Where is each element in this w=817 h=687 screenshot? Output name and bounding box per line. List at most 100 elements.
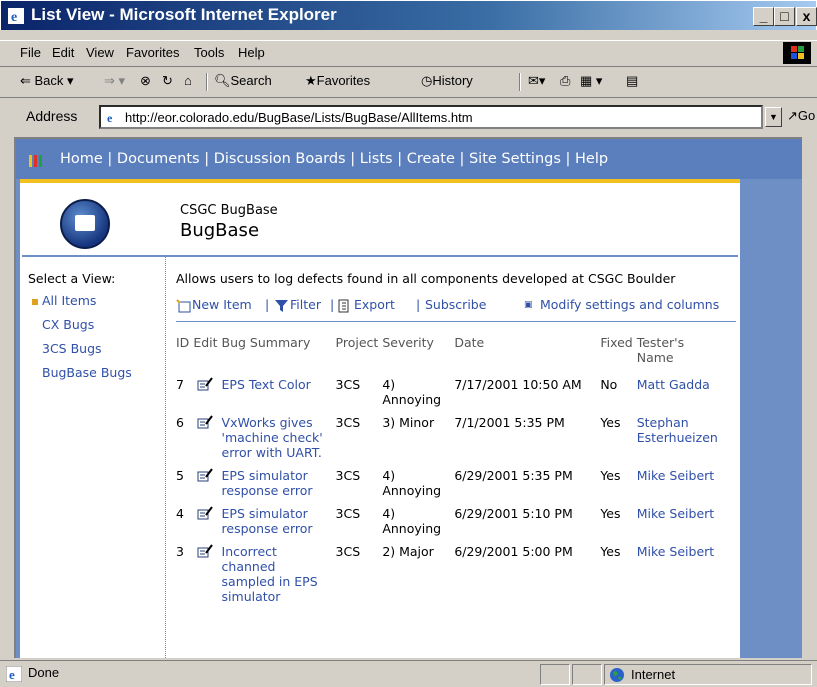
stop-icon[interactable]: ⊗ <box>140 73 151 89</box>
table-row: 4 EPS simulator response error 3CS 4) An… <box>176 506 727 544</box>
page-done-icon: e <box>6 666 22 682</box>
cell-severity: 2) Major <box>382 544 434 559</box>
maximize-button[interactable]: □ <box>774 7 795 26</box>
list-divider <box>176 321 736 322</box>
col-date[interactable]: Date <box>454 335 600 377</box>
col-severity[interactable]: Severity <box>382 335 454 377</box>
edit-icon[interactable] <box>193 377 221 415</box>
edit-icon[interactable] <box>193 468 221 506</box>
forward-button[interactable]: ⇒ ▾ <box>104 73 125 89</box>
cell-date: 6/29/2001 5:10 PM <box>454 506 573 521</box>
ie-logo-icon: e <box>8 8 24 25</box>
status-bar: e Done Internet <box>0 660 817 687</box>
bug-summary-link[interactable]: VxWorks gives 'machine check' error with… <box>222 415 323 460</box>
tester-link[interactable]: Mike Seibert <box>637 468 714 483</box>
home-icon[interactable]: ⌂ <box>184 73 192 88</box>
col-bug-summary[interactable]: Bug Summary <box>222 335 336 377</box>
menu-help[interactable]: Help <box>238 45 265 60</box>
bug-summary-link[interactable]: EPS simulator response error <box>222 506 313 536</box>
svg-text:e: e <box>11 10 17 25</box>
action-separator: | <box>330 297 335 312</box>
edit-icon[interactable] <box>193 544 221 612</box>
cell-project: 3CS <box>335 544 361 559</box>
page-icon: e <box>105 110 119 124</box>
cell-id: 5 <box>176 468 184 483</box>
discuss-icon[interactable]: ▤ <box>626 73 638 89</box>
col-id[interactable]: ID <box>176 335 193 377</box>
export-link[interactable]: Export <box>354 297 395 312</box>
bug-summary-link[interactable]: EPS Text Color <box>222 377 311 392</box>
minimize-button[interactable]: _ <box>753 7 774 26</box>
top-nav-links[interactable]: Home | Documents | Discussion Boards | L… <box>60 151 608 167</box>
cell-date: 6/29/2001 5:35 PM <box>454 468 573 483</box>
globe-icon <box>610 668 624 682</box>
address-url: http://eor.colorado.edu/BugBase/Lists/Bu… <box>125 110 473 125</box>
filter-link[interactable]: Filter <box>290 297 321 312</box>
cell-severity: 4) Annoying <box>382 468 442 498</box>
status-text: Done <box>28 665 60 680</box>
svg-text:e: e <box>9 667 15 682</box>
status-cell <box>540 664 570 685</box>
toolbar-separator <box>206 73 208 91</box>
menu-favorites[interactable]: Favorites <box>126 45 179 60</box>
cell-id: 4 <box>176 506 184 521</box>
go-button[interactable]: ↗Go <box>787 108 815 124</box>
col-project[interactable]: Project <box>336 335 383 377</box>
table-header-row: ID Edit Bug Summary Project Severity Dat… <box>176 335 727 377</box>
back-button[interactable]: ⇐ Back ▾ <box>20 73 74 89</box>
cell-project: 3CS <box>335 506 361 521</box>
view-3cs-bugs[interactable]: 3CS Bugs <box>42 341 102 356</box>
menu-tools[interactable]: Tools <box>194 45 224 60</box>
toolbar-separator <box>519 73 521 91</box>
tester-link[interactable]: Matt Gadda <box>637 377 710 392</box>
cell-fixed: No <box>600 377 618 392</box>
view-selector: Select a View: All Items CX Bugs 3CS Bug… <box>20 257 166 658</box>
windows-flag-icon <box>783 42 811 64</box>
cell-fixed: Yes <box>600 544 621 559</box>
view-cx-bugs[interactable]: CX Bugs <box>42 317 94 332</box>
history-button[interactable]: ◷History <box>421 73 473 89</box>
refresh-icon[interactable]: ↻ <box>162 73 173 89</box>
tester-link[interactable]: Stephan Esterhueizen <box>637 415 718 445</box>
table-row: 3 Incorrect channed sampled in EPS simul… <box>176 544 727 612</box>
subscribe-link[interactable]: Subscribe <box>425 297 486 312</box>
address-input[interactable]: e http://eor.colorado.edu/BugBase/Lists/… <box>99 105 763 129</box>
address-label: Address <box>26 108 78 124</box>
menu-edit[interactable]: Edit <box>52 45 74 60</box>
cell-date: 7/1/2001 5:35 PM <box>454 415 565 430</box>
cell-fixed: Yes <box>600 506 621 521</box>
tester-link[interactable]: Mike Seibert <box>637 506 714 521</box>
edit-page-icon[interactable]: ▦ ▾ <box>580 73 602 89</box>
cell-id: 3 <box>176 544 184 559</box>
tester-link[interactable]: Mike Seibert <box>637 544 714 559</box>
bug-summary-link[interactable]: Incorrect channed sampled in EPS simulat… <box>222 544 318 604</box>
search-button[interactable]: 🔍︎Search <box>214 73 272 89</box>
window-title: List View - Microsoft Internet Explorer <box>31 5 337 24</box>
action-separator: | <box>416 297 421 312</box>
address-dropdown-button[interactable]: ▼ <box>765 107 782 127</box>
zone-text: Internet <box>631 667 676 682</box>
cell-project: 3CS <box>335 415 361 430</box>
table-row: 7 EPS Text Color 3CS 4) Annoying 7/17/20… <box>176 377 727 415</box>
cell-project: 3CS <box>335 377 361 392</box>
col-testers-name[interactable]: Tester's Name <box>637 335 727 377</box>
view-bugbase-bugs[interactable]: BugBase Bugs <box>42 365 132 380</box>
edit-icon[interactable] <box>193 506 221 544</box>
bug-summary-link[interactable]: EPS simulator response error <box>222 468 313 498</box>
menu-view[interactable]: View <box>86 45 114 60</box>
col-fixed[interactable]: Fixed <box>600 335 636 377</box>
svg-text:e: e <box>107 111 113 124</box>
mail-icon[interactable]: ✉▾ <box>528 73 545 89</box>
cell-severity: 4) Annoying <box>382 377 442 407</box>
print-icon[interactable]: ⎙ <box>560 73 570 89</box>
cell-date: 7/17/2001 10:50 AM <box>454 377 582 392</box>
edit-icon[interactable] <box>193 415 221 468</box>
view-all-items[interactable]: All Items <box>42 293 96 308</box>
menu-file[interactable]: File <box>20 45 41 60</box>
action-separator: | <box>265 297 270 312</box>
new-item-link[interactable]: New Item <box>192 297 252 312</box>
modify-settings-link[interactable]: Modify settings and columns <box>540 297 719 312</box>
favorites-button[interactable]: ★Favorites <box>305 73 370 89</box>
page-viewport: Home | Documents | Discussion Boards | L… <box>14 137 802 658</box>
close-button[interactable]: x <box>796 7 817 26</box>
